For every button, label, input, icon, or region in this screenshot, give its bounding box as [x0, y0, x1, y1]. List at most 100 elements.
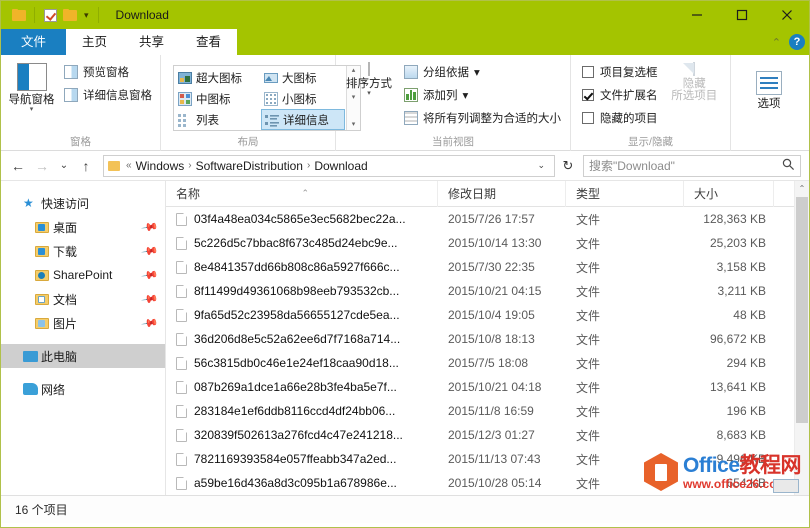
- checkbox-checked-icon[interactable]: [582, 89, 594, 101]
- breadcrumb-item-windows[interactable]: Windows: [136, 159, 185, 173]
- table-row[interactable]: 36d206d8e5c52a62ee6d7f7168a714... 2015/1…: [166, 327, 809, 351]
- search-box[interactable]: 搜索"Download": [583, 154, 801, 177]
- properties-checkbox-icon[interactable]: [40, 5, 60, 25]
- refresh-button[interactable]: ↻: [557, 155, 579, 177]
- recent-locations-icon[interactable]: ⌄: [55, 155, 73, 177]
- show-hide-checkboxes: 项目复选框 文件扩展名 隐藏的项目: [575, 59, 661, 128]
- chevron-down-icon[interactable]: ⌄: [532, 160, 550, 171]
- cell-size: 25,203 KB: [709, 236, 766, 250]
- layout-small-icons[interactable]: 小图标: [261, 88, 345, 109]
- fit-columns-icon: [404, 111, 418, 125]
- details-pane-button[interactable]: 详细信息窗格: [60, 85, 156, 105]
- table-row[interactable]: 03f4a48ea034c5865e3ec5682bec22a... 2015/…: [166, 207, 809, 231]
- table-row[interactable]: 8e4841357dd66b808c86a5927f666c... 2015/7…: [166, 255, 809, 279]
- checkbox-icon[interactable]: [582, 112, 594, 124]
- chevron-down-icon[interactable]: ▾: [30, 106, 34, 114]
- scrollbar-thumb[interactable]: [796, 197, 808, 423]
- sidebar-item-this-pc[interactable]: 此电脑: [1, 344, 165, 368]
- layout-details[interactable]: 详细信息: [261, 109, 345, 130]
- pin-icon[interactable]: 📌: [141, 218, 160, 237]
- sidebar-item-sharepoint[interactable]: SharePoint 📌: [1, 263, 165, 287]
- quick-access-toolbar: ▾: [1, 5, 104, 25]
- column-header-name[interactable]: ⌃ 名称: [166, 181, 438, 207]
- vertical-scrollbar[interactable]: ⌃: [794, 181, 809, 495]
- up-button[interactable]: ↑: [75, 155, 97, 177]
- chevron-down-icon[interactable]: ▾: [474, 65, 480, 79]
- ribbon-group-options: 选项: [731, 55, 807, 151]
- forward-button[interactable]: →: [31, 155, 53, 177]
- add-columns-button[interactable]: 添加列 ▾: [400, 85, 565, 105]
- chevron-down-icon[interactable]: ▾: [367, 90, 371, 98]
- layout-extra-large-icons[interactable]: 超大图标: [175, 67, 261, 88]
- table-row[interactable]: a59be16d436a8d3c095b1a678986e... 2015/10…: [166, 471, 809, 495]
- column-header-date-modified[interactable]: 修改日期: [438, 181, 566, 207]
- pin-icon[interactable]: 📌: [141, 290, 160, 309]
- sort-ascending-icon: ⌃: [301, 187, 310, 198]
- preview-pane-label: 预览窗格: [83, 67, 129, 79]
- cell-name: 320839f502613a276fcd4c47e241218...: [166, 428, 438, 442]
- size-all-columns-button[interactable]: 将所有列调整为合适的大小: [400, 108, 565, 128]
- preview-pane-button[interactable]: 预览窗格: [60, 62, 156, 82]
- search-input[interactable]: 搜索"Download": [589, 157, 782, 174]
- hidden-items-option[interactable]: 隐藏的项目: [579, 108, 661, 128]
- sidebar-item-quick-access[interactable]: ★ 快速访问: [1, 191, 165, 215]
- sidebar-item-desktop[interactable]: 桌面 📌: [1, 215, 165, 239]
- column-header-size[interactable]: 大小: [684, 181, 774, 207]
- sidebar-item-pictures[interactable]: 图片 📌: [1, 311, 165, 335]
- scroll-up-icon[interactable]: ⌃: [795, 181, 809, 196]
- pin-icon[interactable]: 📌: [141, 242, 160, 261]
- tab-share[interactable]: 共享: [123, 29, 181, 55]
- table-row[interactable]: 283184e1ef6ddb8116ccd4df24bb06... 2015/1…: [166, 399, 809, 423]
- checkbox-icon[interactable]: [582, 66, 594, 78]
- breadcrumb[interactable]: « Windows › SoftwareDistribution › Downl…: [103, 154, 555, 177]
- tab-file[interactable]: 文件: [1, 29, 67, 55]
- table-row[interactable]: 087b269a1dce1a66e28b3fe4ba5e7f... 2015/1…: [166, 375, 809, 399]
- item-checkboxes-option[interactable]: 项目复选框: [579, 62, 661, 82]
- table-row[interactable]: 8f11499d49361068b98eeb793532cb... 2015/1…: [166, 279, 809, 303]
- close-button[interactable]: [764, 1, 809, 29]
- sidebar-item-network[interactable]: 网络: [1, 377, 165, 401]
- navigation-pane-button[interactable]: 导航窗格 ▾: [5, 59, 58, 114]
- table-row[interactable]: 7821169393584e057ffeabb347a2ed... 2015/1…: [166, 447, 809, 471]
- layout-label: 详细信息: [283, 114, 329, 127]
- table-row[interactable]: 320839f502613a276fcd4c47e241218... 2015/…: [166, 423, 809, 447]
- file-extensions-label: 文件扩展名: [600, 90, 658, 102]
- help-icon[interactable]: ?: [789, 34, 805, 50]
- breadcrumb-item-download[interactable]: Download: [314, 159, 367, 173]
- maximize-button[interactable]: [719, 1, 764, 29]
- sidebar-item-downloads[interactable]: 下载 📌: [1, 239, 165, 263]
- breadcrumb-item-softwaredistribution[interactable]: SoftwareDistribution: [196, 159, 303, 173]
- chevron-down-icon[interactable]: ▾: [463, 88, 469, 102]
- layout-list[interactable]: 列表: [175, 109, 261, 130]
- new-folder-icon[interactable]: [60, 5, 80, 25]
- search-icon[interactable]: [782, 158, 795, 174]
- minimize-button[interactable]: [674, 1, 719, 29]
- file-name: 36d206d8e5c52a62ee6d7f7168a714...: [194, 332, 401, 346]
- folder-icon[interactable]: [9, 5, 29, 25]
- pin-icon[interactable]: 📌: [141, 314, 160, 333]
- table-row[interactable]: 5c226d5c7bbac8f673c485d24ebc9e... 2015/1…: [166, 231, 809, 255]
- options-button[interactable]: 选项: [738, 59, 800, 110]
- tab-home[interactable]: 主页: [66, 29, 124, 55]
- sidebar-item-documents[interactable]: 文档 📌: [1, 287, 165, 311]
- details-pane-icon: [64, 88, 78, 102]
- network-icon: [23, 383, 41, 395]
- table-row[interactable]: 56c3815db0c46e1e24ef18caa90d18... 2015/7…: [166, 351, 809, 375]
- breadcrumb-overflow-icon[interactable]: «: [125, 160, 133, 171]
- sort-by-button[interactable]: 排序方式 ▾: [340, 59, 398, 98]
- chevron-right-icon[interactable]: ›: [187, 160, 192, 171]
- chevron-down-icon[interactable]: ▾: [80, 10, 93, 21]
- collapse-ribbon-icon[interactable]: ⌃: [772, 36, 781, 49]
- cell-date: 2015/10/21 04:15: [448, 284, 542, 298]
- layout-medium-icons[interactable]: 中图标: [175, 88, 261, 109]
- pin-icon[interactable]: 📌: [141, 266, 160, 285]
- tab-view[interactable]: 查看: [180, 29, 238, 55]
- chevron-right-icon[interactable]: ›: [306, 160, 311, 171]
- layout-large-icons[interactable]: 大图标: [261, 67, 345, 88]
- file-extensions-option[interactable]: 文件扩展名: [579, 85, 661, 105]
- table-row[interactable]: 9fa65d52c23958da56655127cde5ea... 2015/1…: [166, 303, 809, 327]
- column-header-type[interactable]: 类型: [566, 181, 684, 207]
- back-button[interactable]: ←: [7, 155, 29, 177]
- group-by-button[interactable]: 分组依据 ▾: [400, 62, 565, 82]
- hide-selected-items-button[interactable]: 隐藏 所选项目: [663, 59, 727, 102]
